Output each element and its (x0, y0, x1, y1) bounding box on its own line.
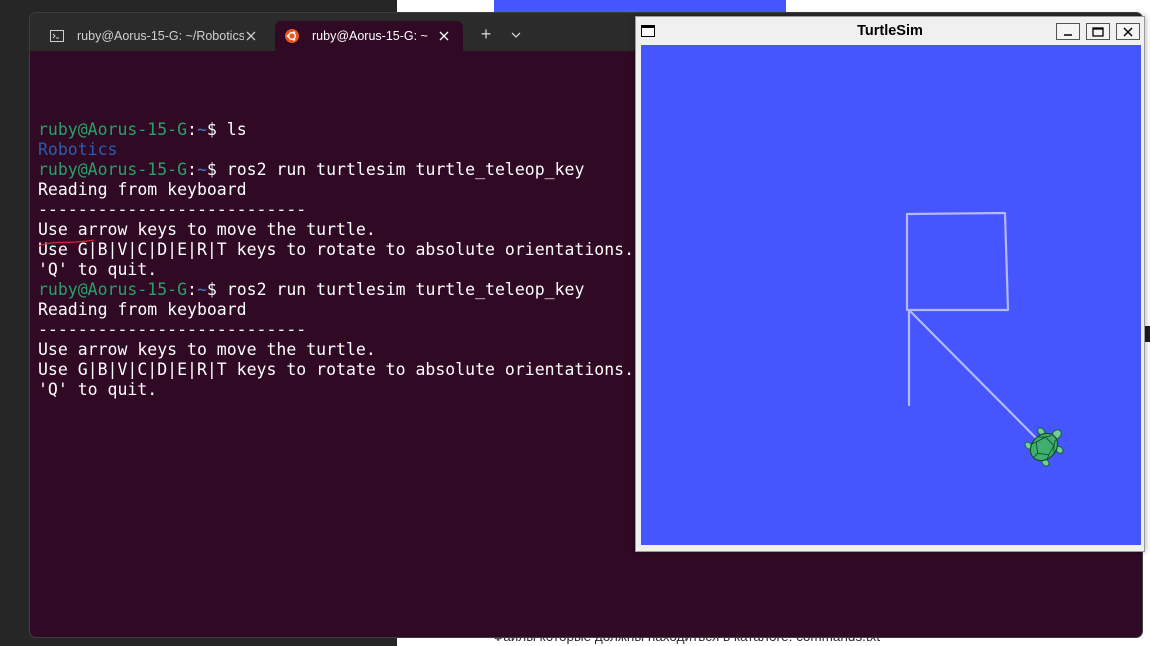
maximize-button[interactable] (1086, 23, 1110, 40)
tab-close-button[interactable] (244, 29, 258, 43)
maximize-icon (1092, 26, 1104, 37)
prompt-path: ~ (196, 120, 207, 139)
prompt-separator: : (187, 120, 197, 139)
output-text: --------------------------- (38, 320, 307, 339)
minimize-icon (1064, 33, 1072, 36)
output-text: --------------------------- (38, 200, 307, 219)
command-text: ros2 run turtlesim turtle_teleop_key (226, 160, 585, 179)
tab-label: ruby@Aorus-15-G: ~ (312, 29, 428, 43)
tab-close-button[interactable] (437, 29, 451, 43)
prompt-symbol: $ (206, 120, 227, 139)
prompt-user-host: ruby@Aorus-15-G (38, 120, 188, 139)
command-text: ros2 run turtlesim turtle_teleop_key (226, 280, 585, 299)
output-text: Use arrow keys to move the turtle. (38, 340, 376, 359)
terminal-icon (50, 30, 64, 42)
tab-robotics[interactable]: ruby@Aorus-15-G: ~/Robotics (38, 21, 270, 51)
path-segment-diagonal (907, 308, 1038, 440)
command-text: ls (226, 120, 247, 139)
prompt-user-host: ruby@Aorus-15-G (38, 280, 188, 299)
chevron-down-icon (511, 32, 521, 38)
prompt-path: ~ (196, 280, 207, 299)
output-text: Reading from keyboard (38, 180, 247, 199)
close-button[interactable] (1116, 23, 1140, 40)
turtle-icon (1024, 427, 1064, 467)
output-text: Use arrow keys to move the turtle. (38, 220, 376, 239)
tab-home[interactable]: ruby@Aorus-15-G: ~ (275, 21, 463, 51)
turtle-path (905, 211, 1038, 440)
prompt-user-host: ruby@Aorus-15-G (38, 160, 188, 179)
output-text: Reading from keyboard (38, 300, 247, 319)
directory-name: Robotics (38, 140, 118, 159)
screen-edge-marker (1145, 326, 1150, 342)
new-tab-button[interactable]: + (477, 25, 495, 44)
prompt-symbol: $ (206, 160, 227, 179)
prompt-path: ~ (196, 160, 207, 179)
prompt-separator: : (187, 280, 197, 299)
turtlesim-canvas (641, 45, 1141, 545)
close-icon (1123, 26, 1133, 37)
ubuntu-icon (285, 29, 299, 43)
close-icon (246, 31, 256, 41)
minimize-button[interactable] (1056, 23, 1080, 40)
turtlesim-titlebar[interactable]: TurtleSim (636, 17, 1144, 45)
tab-label: ruby@Aorus-15-G: ~/Robotics (77, 29, 244, 43)
tab-dropdown-button[interactable] (508, 27, 524, 43)
output-text: 'Q' to quit. (38, 260, 158, 279)
prompt-symbol: $ (206, 280, 227, 299)
red-underline-annotation (38, 239, 95, 247)
background-document-image (494, 0, 786, 12)
output-text: 'Q' to quit. (38, 380, 158, 399)
close-icon (439, 31, 449, 41)
prompt-separator: : (187, 160, 197, 179)
path-segment-square (905, 211, 1010, 312)
turtlesim-window[interactable]: TurtleSim (635, 16, 1145, 552)
